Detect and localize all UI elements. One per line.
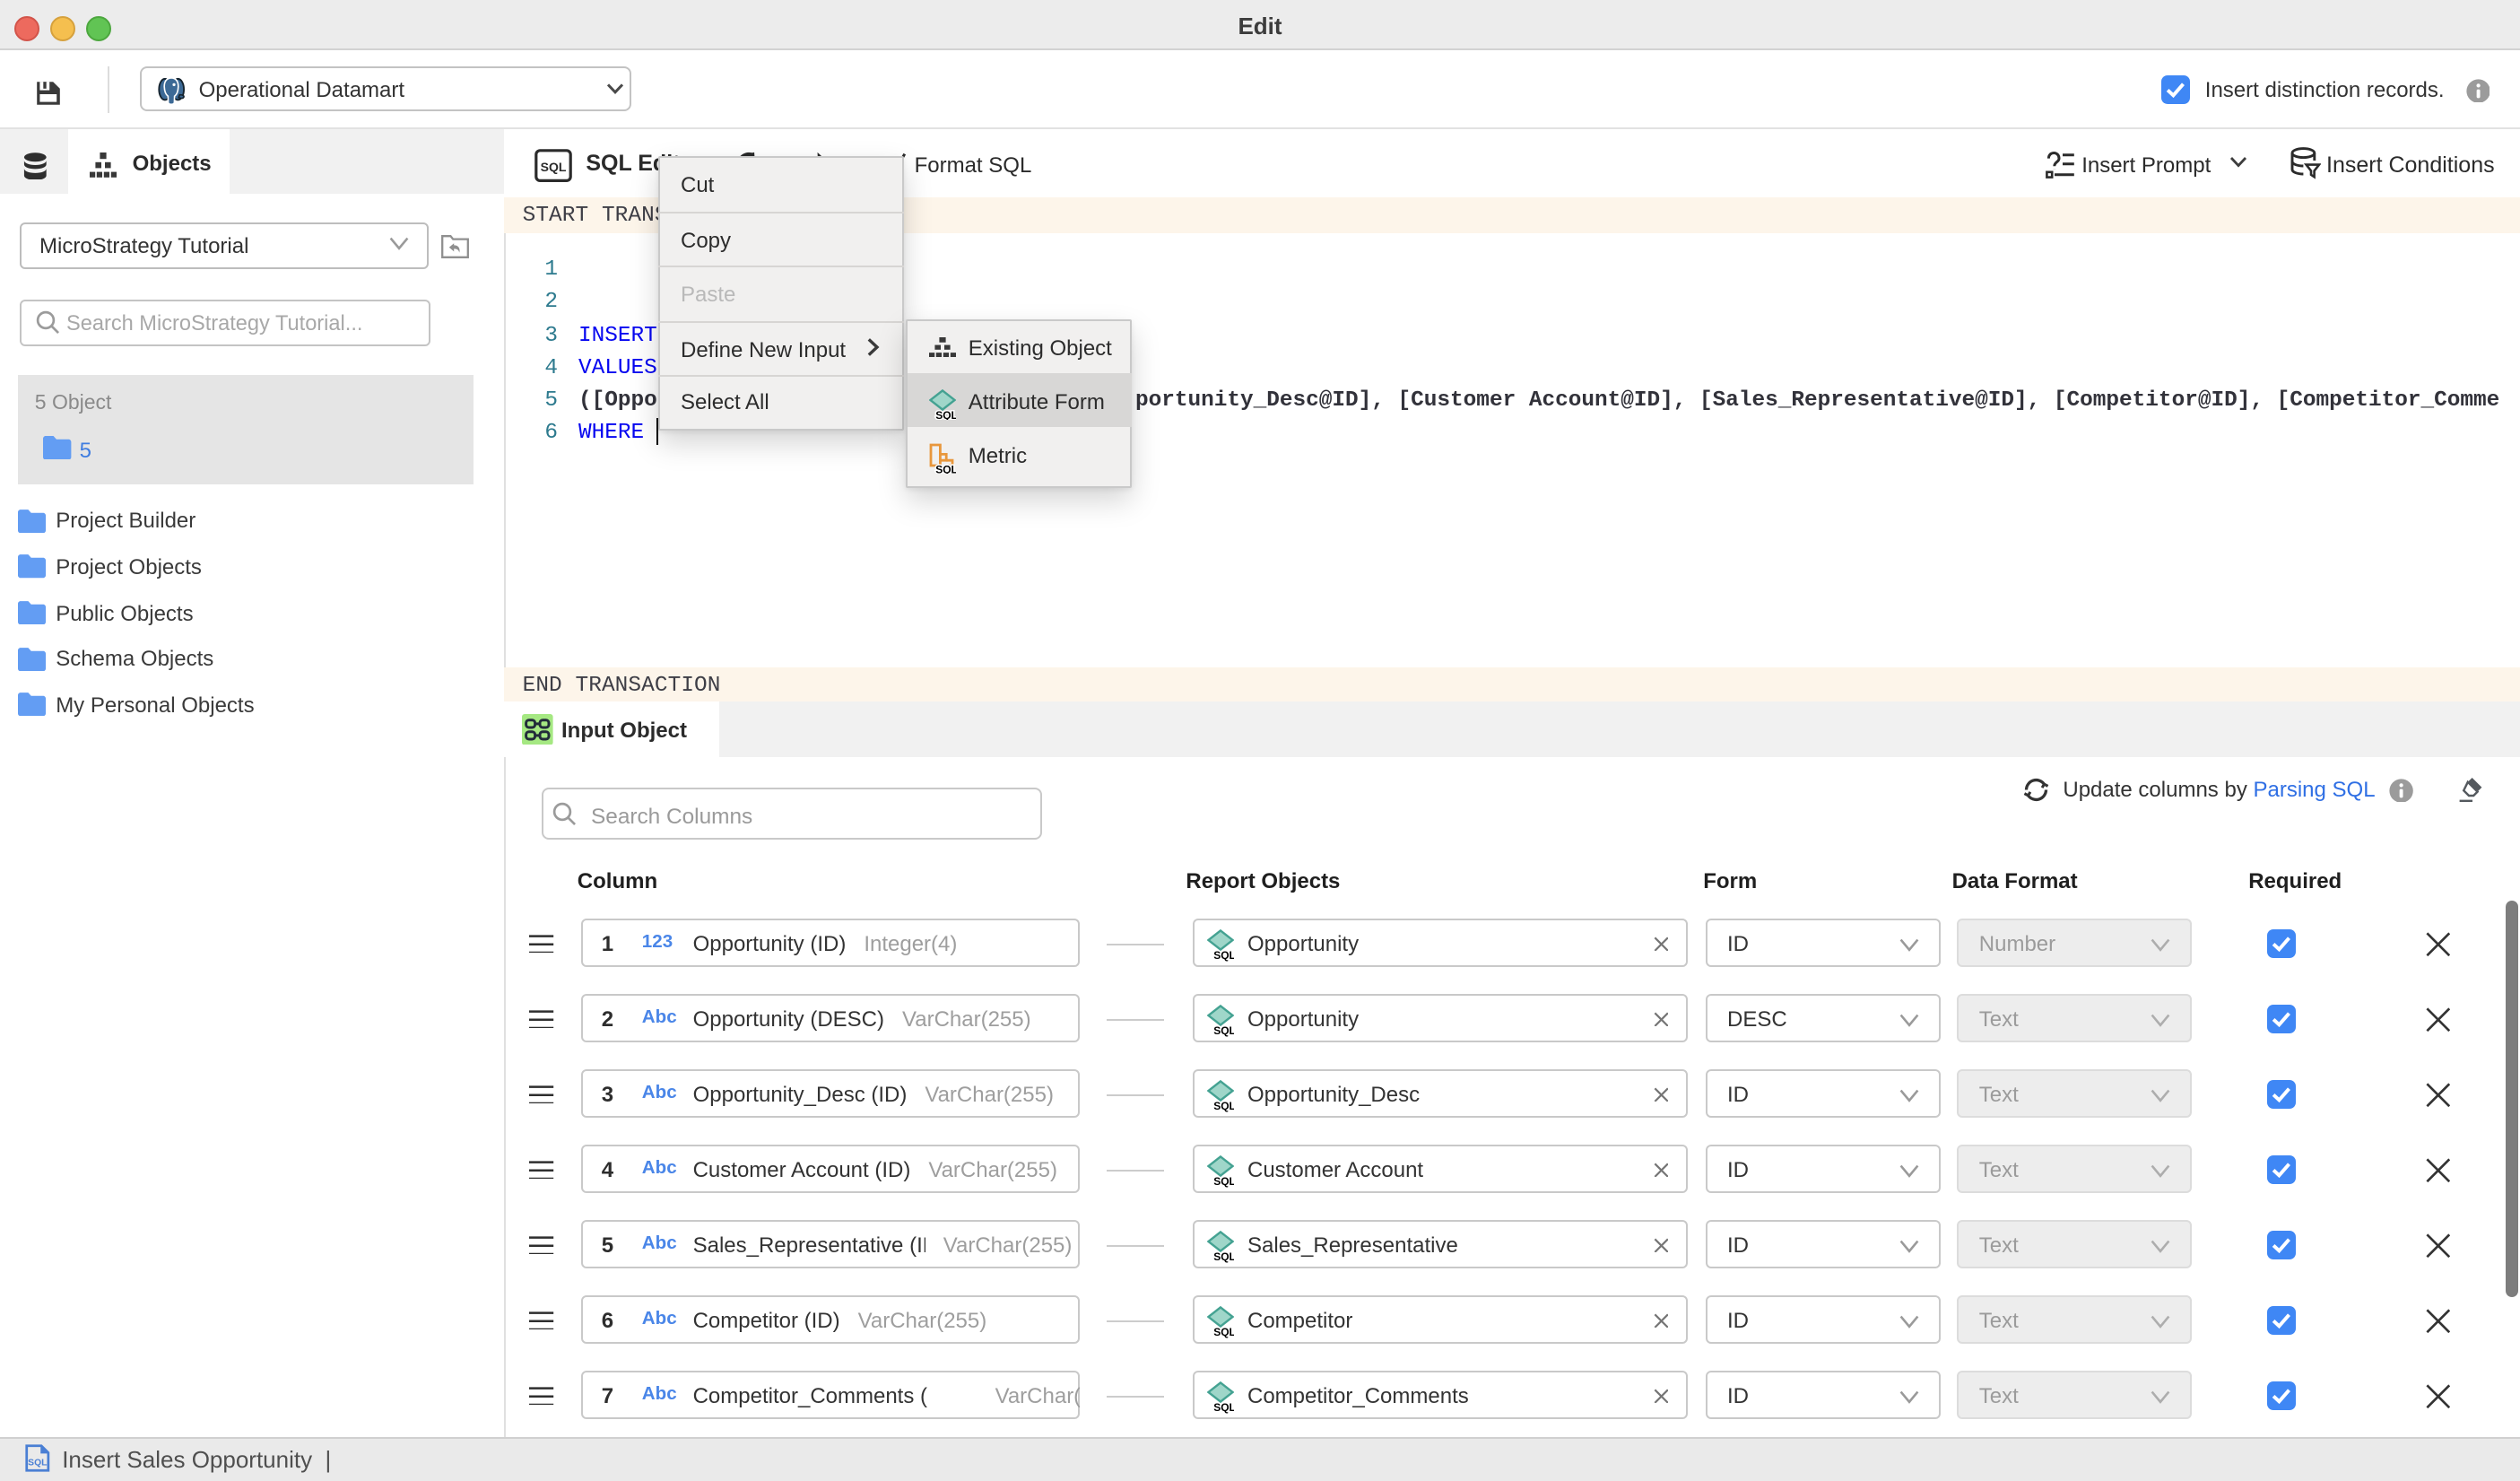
svg-text:SQL: SQL: [1212, 1100, 1233, 1111]
svg-text:SQL: SQL: [1212, 949, 1233, 961]
svg-text:SQL: SQL: [936, 463, 957, 474]
svg-text:SQL: SQL: [1212, 1326, 1233, 1337]
svg-text:SQL: SQL: [1212, 1401, 1233, 1413]
svg-text:SQL: SQL: [1212, 1175, 1233, 1187]
svg-text:SQL: SQL: [1212, 1024, 1233, 1036]
svg-text:SQL: SQL: [1212, 1250, 1233, 1262]
svg-text:SQL: SQL: [936, 408, 957, 420]
svg-text:SQL: SQL: [28, 1459, 47, 1468]
svg-text:SQL: SQL: [540, 160, 566, 174]
